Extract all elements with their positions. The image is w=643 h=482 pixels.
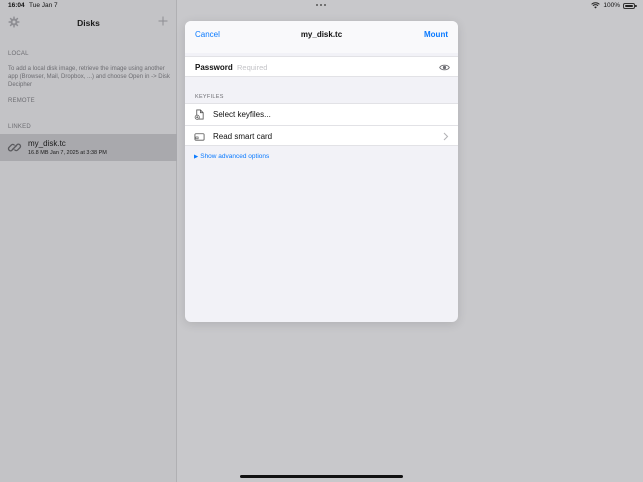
password-field[interactable] [237, 60, 427, 74]
disk-meta: 16.8 MB Jan 7, 2025 at 3:38 PM [28, 150, 107, 156]
mount-button[interactable]: Mount [424, 30, 448, 39]
dialog-nav-bar: Cancel my_disk.tc Mount [185, 21, 458, 53]
sidebar-title: Disks [77, 18, 100, 28]
section-label-remote: REMOTE [8, 98, 35, 104]
plus-icon[interactable] [158, 16, 168, 26]
battery-percent: 100% [603, 2, 620, 9]
show-advanced-options-link[interactable]: ▶ Show advanced options [194, 153, 269, 160]
sidebar-header: Disks [0, 14, 177, 34]
read-smart-card-row[interactable]: Read smart card [185, 124, 458, 146]
status-indicators: 100% [591, 2, 637, 9]
chevron-right-icon [443, 132, 449, 140]
home-indicator[interactable] [240, 475, 403, 478]
select-keyfiles-row[interactable]: Select keyfiles... [185, 104, 458, 125]
keyfiles-list: Select keyfiles... Read smart card [185, 103, 458, 146]
eye-icon[interactable] [439, 62, 450, 73]
password-row: Password [185, 56, 458, 77]
disk-name: my_disk.tc [28, 139, 66, 148]
link-icon [7, 143, 22, 152]
section-label-local: LOCAL [8, 51, 29, 57]
mount-dialog: Cancel my_disk.tc Mount Password KEYFILE… [185, 21, 458, 322]
password-label: Password [195, 63, 233, 72]
document-add-icon [194, 109, 204, 120]
local-help-text: To add a local disk image, retrieve the … [8, 66, 170, 88]
battery-icon [623, 2, 637, 9]
read-smart-card-label: Read smart card [213, 131, 273, 141]
keyfiles-section-header: KEYFILES [195, 94, 224, 100]
status-bar: 16:04 Tue Jan 7 100% [0, 0, 643, 12]
wifi-icon [591, 2, 601, 9]
disk-list-item[interactable]: my_disk.tc 16.8 MB Jan 7, 2025 at 3:38 P… [0, 134, 177, 161]
smart-card-icon [194, 132, 205, 141]
dialog-title: my_disk.tc [300, 30, 343, 39]
status-time: 16:04 [8, 2, 25, 9]
show-advanced-options-label: Show advanced options [200, 153, 270, 160]
section-label-linked: LINKED [8, 124, 31, 130]
status-date: Tue Jan 7 [29, 2, 58, 9]
disclosure-triangle-icon: ▶ [194, 153, 199, 160]
select-keyfiles-label: Select keyfiles... [213, 110, 271, 119]
sidebar: Disks LOCAL To add a local disk image, r… [0, 0, 177, 482]
multitasking-dots-icon[interactable] [316, 4, 326, 6]
